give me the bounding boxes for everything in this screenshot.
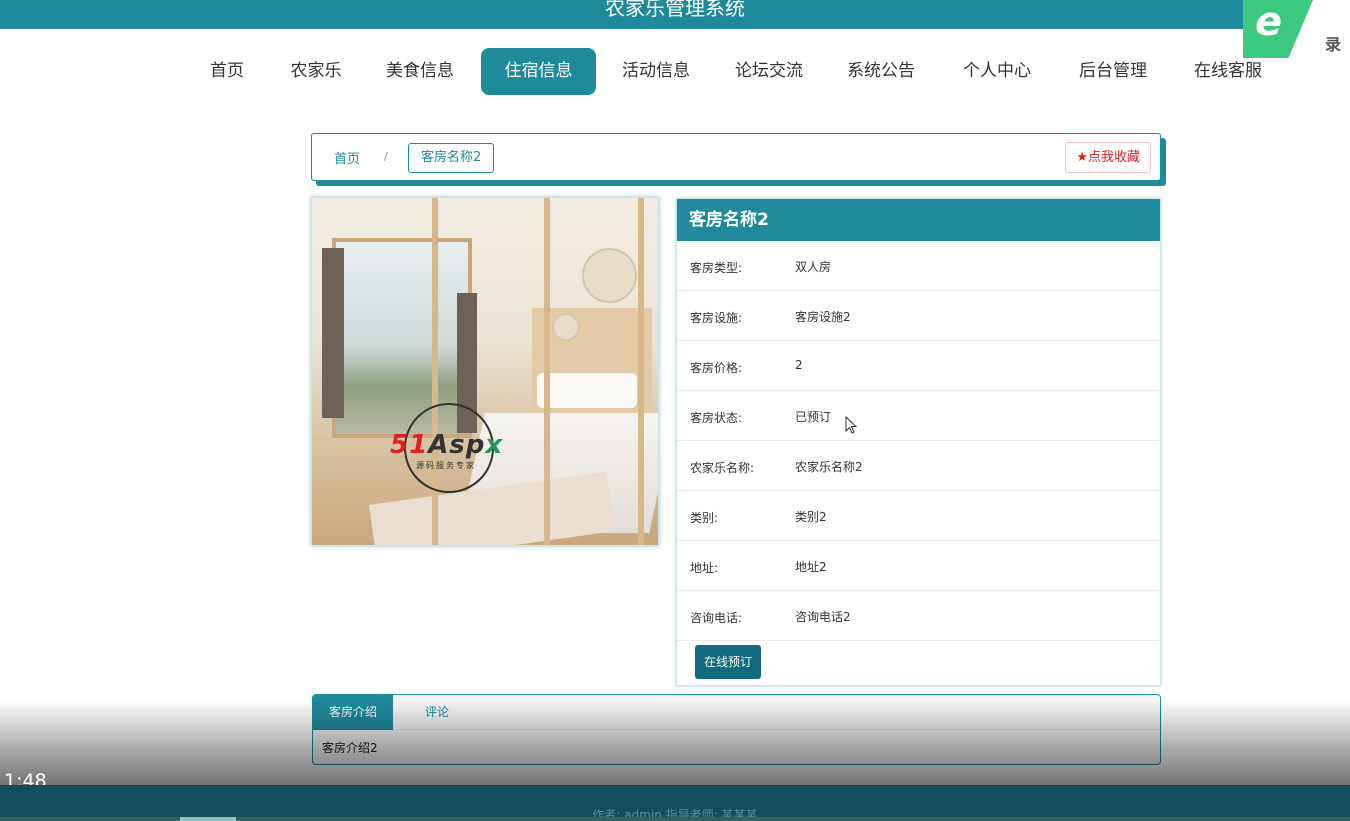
nav-item-announcements[interactable]: 系统公告 [839,48,923,95]
field-label: 客房状态: [690,411,743,425]
star-icon: ★ [1076,150,1088,165]
room-detail-panel: 客房名称2 客房类型: 双人房 客房设施: 客房设施2 客房价格: 2 客房状态… [676,198,1161,686]
nav-item-home[interactable]: 首页 [196,48,258,95]
field-value: 已预订 [795,410,832,424]
field-value: 地址2 [795,560,827,574]
watermark-subtitle: 源码服务专家 [416,461,476,470]
site-footer: 作者: admin 指导老师: 某某某 [0,785,1350,821]
field-label: 客房价格: [690,361,743,375]
tab-comments[interactable]: 评论 [409,695,465,730]
main-nav: 首页 农家乐 美食信息 住宿信息 活动信息 论坛交流 系统公告 个人中心 后台管… [0,48,1350,95]
field-label: 地址: [690,561,719,575]
nav-item-lodging[interactable]: 住宿信息 [481,48,596,95]
room-photo: 51Aspx 源码服务专家 [311,197,659,546]
favorite-button[interactable]: ★点我收藏 [1065,142,1151,173]
field-value: 类别2 [795,510,827,524]
field-value: 农家乐名称2 [795,460,863,474]
field-label: 咨询电话: [690,611,743,625]
detail-row: 咨询电话: 咨询电话2 [677,591,1160,641]
room-title: 客房名称2 [677,199,1160,241]
site-header: 农家乐管理系统 [0,0,1350,29]
favorite-label: 点我收藏 [1087,150,1140,165]
field-value: 2 [795,358,803,372]
book-online-button[interactable]: 在线预订 [695,645,761,679]
video-progress-bar[interactable] [0,817,1350,821]
room-tabs: 客房介绍 评论 客房介绍2 [312,694,1161,765]
breadcrumb-home-link[interactable]: 首页 [334,148,360,167]
nav-item-activities[interactable]: 活动信息 [614,48,698,95]
field-label: 客房类型: [690,261,743,275]
detail-row: 地址: 地址2 [677,541,1160,591]
tab-content: 客房介绍2 [322,741,378,755]
breadcrumb-current: 客房名称2 [408,143,495,173]
field-label: 类别: [690,511,719,525]
video-progress-thumb[interactable] [180,817,236,821]
nav-item-food[interactable]: 美食信息 [378,48,462,95]
detail-row: 客房类型: 双人房 [677,241,1160,291]
browser-e-icon: e [1255,0,1283,45]
field-value: 咨询电话2 [795,610,851,624]
detail-row: 类别: 类别2 [677,491,1160,541]
nav-item-admin[interactable]: 后台管理 [1071,48,1155,95]
nav-item-forum[interactable]: 论坛交流 [727,48,811,95]
field-label: 农家乐名称: [690,461,755,475]
detail-row: 客房设施: 客房设施2 [677,291,1160,341]
nav-item-profile[interactable]: 个人中心 [955,48,1039,95]
field-value: 客房设施2 [795,310,851,324]
watermark-logo: 51Aspx [390,430,504,460]
breadcrumb-separator: / [384,150,388,163]
mouse-cursor-icon [845,416,858,434]
detail-row: 客房状态: 已预订 [677,391,1160,441]
detail-row: 农家乐名称: 农家乐名称2 [677,441,1160,491]
breadcrumb: 首页 / 客房名称2 ★点我收藏 [311,133,1161,181]
field-label: 客房设施: [690,311,743,325]
detail-row: 客房价格: 2 [677,341,1160,391]
field-value: 双人房 [795,260,832,274]
nav-item-support[interactable]: 在线客服 [1186,48,1270,95]
tab-room-intro[interactable]: 客房介绍 [313,695,394,730]
nav-item-farmstay[interactable]: 农家乐 [283,48,349,95]
site-title: 农家乐管理系统 [605,0,745,20]
